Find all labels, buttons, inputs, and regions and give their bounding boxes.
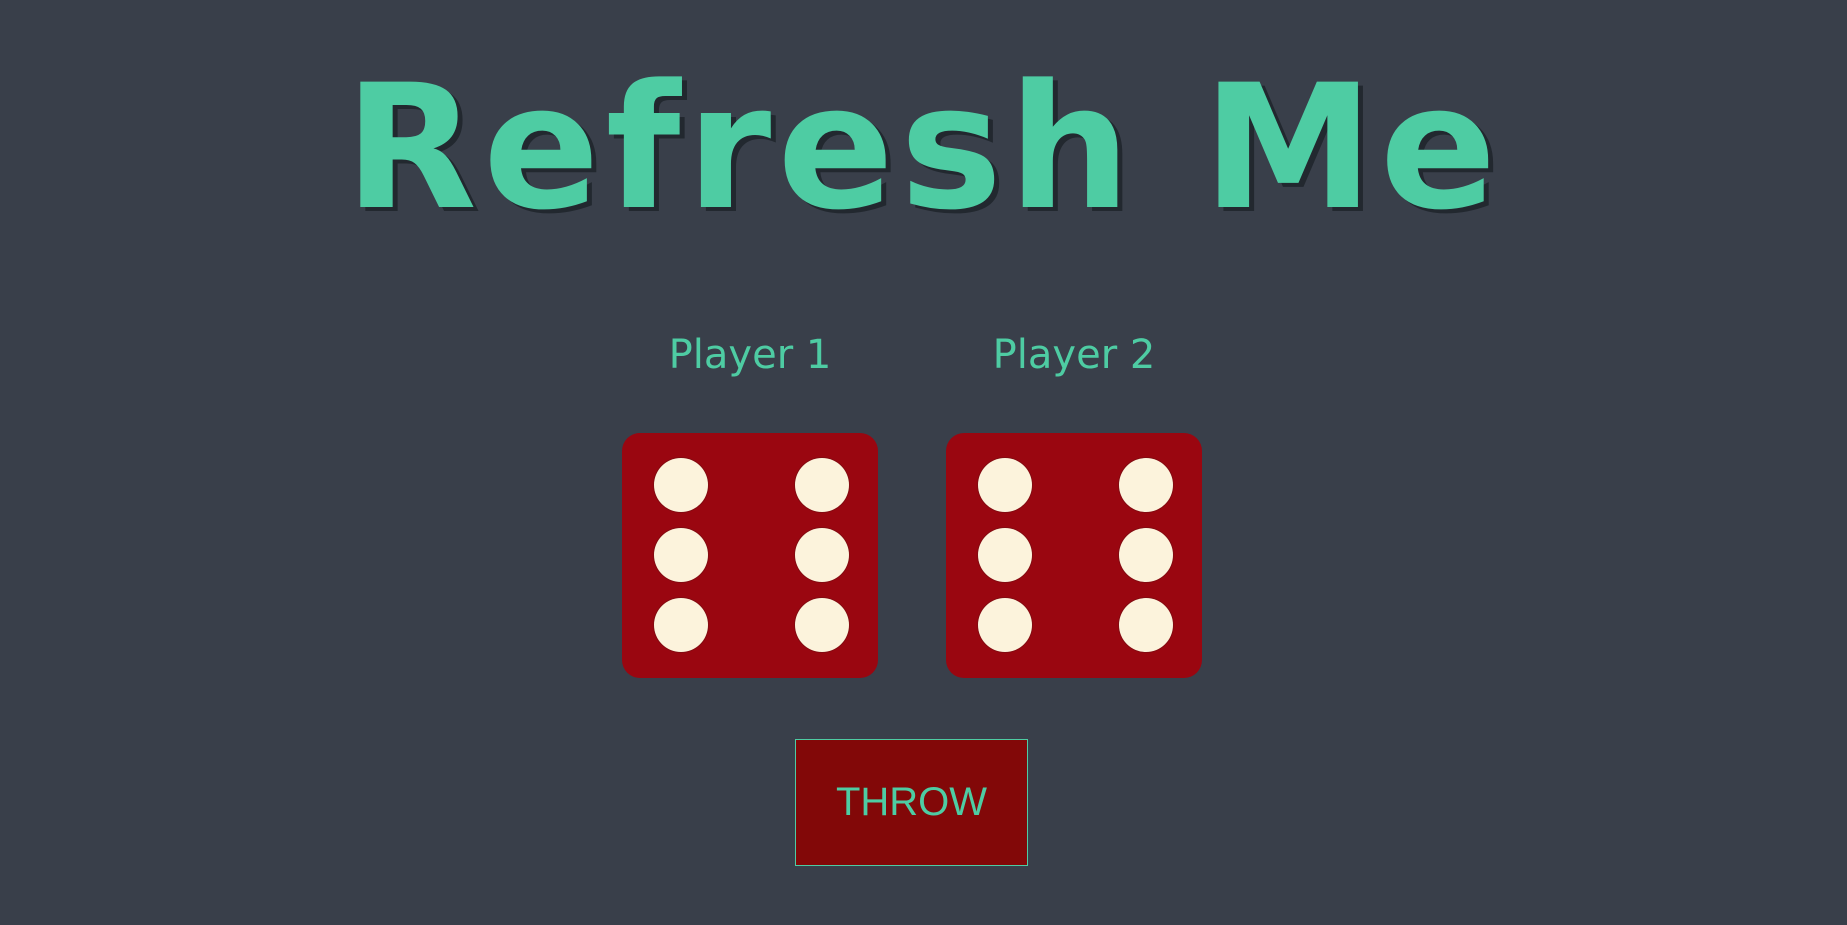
- die-pip: [654, 458, 708, 512]
- die-pip: [978, 528, 1032, 582]
- player-1-label: Player 1: [668, 332, 832, 378]
- page-title: Refresh Me: [344, 47, 1503, 248]
- die-pip: [654, 598, 708, 652]
- die-pip: [795, 598, 849, 652]
- game-page: Refresh Me Player 1 Player 2 THROW: [0, 0, 1847, 925]
- player-1-die-six: [622, 433, 878, 678]
- die-pip: [1119, 458, 1173, 512]
- player-2-label: Player 2: [992, 332, 1156, 378]
- die-pip: [1119, 528, 1173, 582]
- die-pip: [1119, 598, 1173, 652]
- die-pip: [978, 598, 1032, 652]
- die-pip: [654, 528, 708, 582]
- die-pip: [795, 458, 849, 512]
- throw-button[interactable]: THROW: [795, 739, 1028, 866]
- die-pip: [795, 528, 849, 582]
- player-2-die-six: [946, 433, 1202, 678]
- die-pip: [978, 458, 1032, 512]
